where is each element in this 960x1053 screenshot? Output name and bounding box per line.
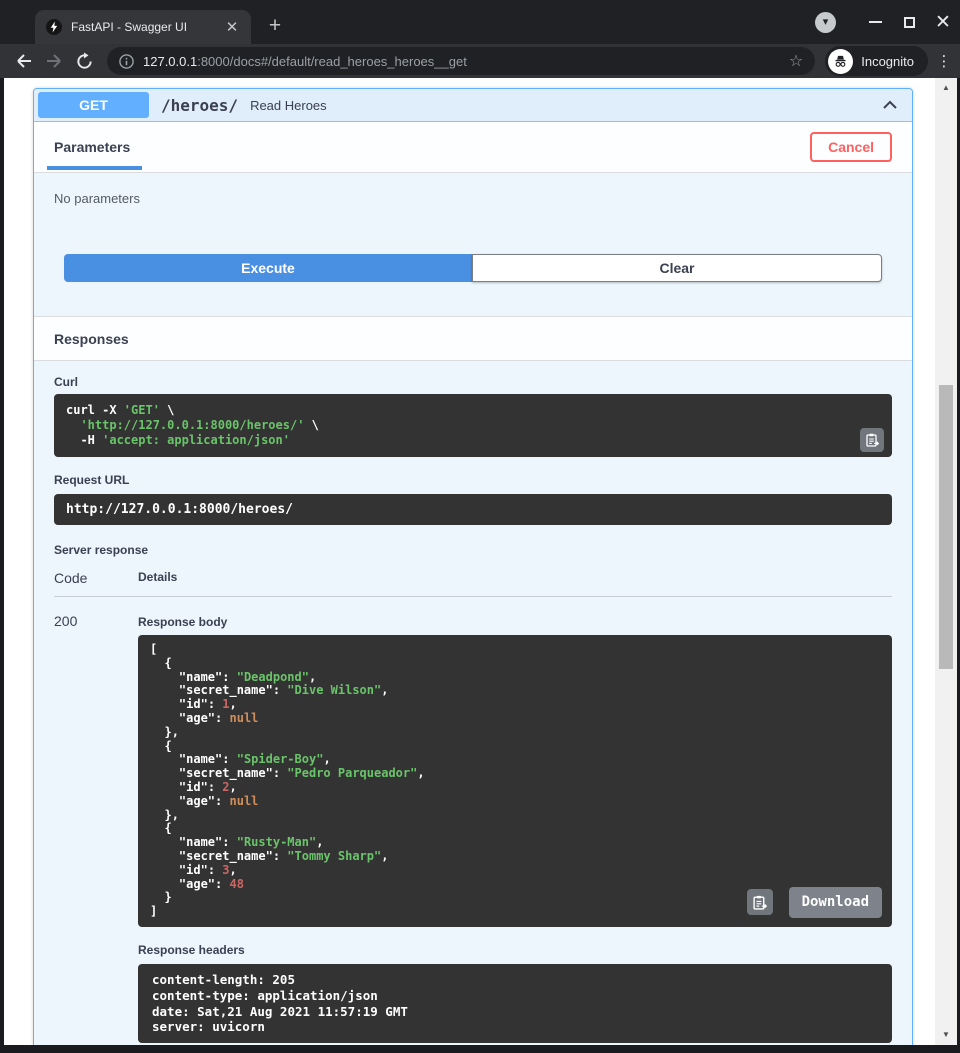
- operation-summary[interactable]: GET /heroes/ Read Heroes: [34, 89, 912, 122]
- minimize-icon: [869, 21, 882, 23]
- maximize-icon: [904, 17, 915, 28]
- url-text: 127.0.0.1:8000/docs#/default/read_heroes…: [143, 54, 787, 69]
- response-body-label: Response body: [138, 615, 892, 629]
- request-url-label: Request URL: [54, 473, 892, 487]
- response-body-code: [ { "name": "Deadpond", "secret_name": "…: [150, 643, 880, 919]
- clipboard-icon: [753, 895, 767, 910]
- maximize-button[interactable]: [892, 5, 926, 39]
- window-bottom-edge: [0, 1045, 960, 1053]
- tab-parameters[interactable]: Parameters: [54, 122, 130, 172]
- url-host: 127.0.0.1: [143, 54, 197, 69]
- status-code: 200: [54, 613, 138, 1043]
- download-button[interactable]: Download: [789, 887, 882, 918]
- incognito-avatar: [828, 49, 853, 74]
- parameters-header: Parameters Cancel: [34, 122, 912, 173]
- new-tab-button[interactable]: +: [262, 14, 288, 40]
- fastapi-favicon-icon: [46, 19, 62, 35]
- http-method-badge[interactable]: GET: [38, 92, 149, 118]
- execute-button[interactable]: Execute: [64, 254, 472, 282]
- server-response-label: Server response: [54, 543, 892, 557]
- curl-code: curl -X 'GET' \ 'http://127.0.0.1:8000/h…: [66, 403, 852, 448]
- clipboard-icon: [866, 433, 879, 447]
- response-headers-code: content-length: 205 content-type: applic…: [152, 972, 878, 1035]
- no-parameters-text: No parameters: [54, 191, 892, 206]
- close-icon: ✕: [935, 13, 951, 32]
- swagger-page: GET /heroes/ Read Heroes Parameters Canc…: [4, 78, 957, 1045]
- browser-tab[interactable]: FastAPI - Swagger UI ✕: [35, 10, 251, 44]
- tab-search-button[interactable]: ▾: [815, 12, 836, 33]
- browser-titlebar: FastAPI - Swagger UI ✕ + ▾ ✕: [0, 0, 960, 44]
- page-scrollbar[interactable]: ▲ ▼: [935, 78, 957, 1045]
- code-column-header: Code: [54, 570, 138, 586]
- execute-wrapper: Execute Clear: [34, 217, 912, 316]
- cancel-button[interactable]: Cancel: [810, 132, 892, 162]
- chevron-up-icon: [880, 95, 900, 115]
- response-headers-block: content-length: 205 content-type: applic…: [138, 964, 892, 1043]
- active-tab-indicator: [47, 166, 142, 170]
- parameters-title: Parameters: [54, 139, 130, 155]
- clear-button[interactable]: Clear: [472, 254, 882, 282]
- back-arrow-icon: [14, 51, 34, 71]
- incognito-icon: [833, 54, 848, 69]
- incognito-badge: Incognito: [825, 46, 928, 76]
- responses-title: Responses: [54, 331, 129, 347]
- scroll-up-arrow-icon[interactable]: ▲: [935, 80, 957, 96]
- window-close-button[interactable]: ✕: [926, 5, 960, 39]
- response-headers-label: Response headers: [138, 943, 892, 957]
- address-bar[interactable]: 127.0.0.1:8000/docs#/default/read_heroes…: [107, 47, 815, 75]
- site-info-icon[interactable]: [119, 54, 134, 69]
- request-url-block: http://127.0.0.1:8000/heroes/: [54, 494, 892, 525]
- curl-label: Curl: [54, 375, 892, 389]
- tab-title: FastAPI - Swagger UI: [71, 20, 223, 34]
- endpoint-path: /heroes/: [161, 96, 238, 115]
- collapse-operation-button[interactable]: [878, 93, 902, 117]
- parameters-body: No parameters: [34, 173, 912, 217]
- response-body-block: [ { "name": "Deadpond", "secret_name": "…: [138, 635, 892, 927]
- copy-curl-button[interactable]: [860, 428, 884, 452]
- scroll-down-arrow-icon[interactable]: ▼: [935, 1027, 957, 1043]
- opblock-get-heroes: GET /heroes/ Read Heroes Parameters Canc…: [33, 88, 913, 1045]
- copy-response-button[interactable]: [747, 889, 773, 915]
- details-column-header: Details: [138, 570, 177, 586]
- scrollbar-thumb[interactable]: [939, 385, 953, 669]
- browser-menu-button[interactable]: ⋮: [930, 52, 958, 70]
- browser-toolbar: 127.0.0.1:8000/docs#/default/read_heroes…: [0, 44, 960, 78]
- curl-code-block: curl -X 'GET' \ 'http://127.0.0.1:8000/h…: [54, 394, 892, 457]
- url-rest: :8000/docs#/default/read_heroes_heroes__…: [197, 54, 467, 69]
- forward-button[interactable]: [39, 46, 69, 76]
- response-row-200: 200 Response body [ { "name": "Deadpond"…: [54, 597, 892, 1043]
- responses-body: Curl curl -X 'GET' \ 'http://127.0.0.1:8…: [34, 361, 912, 1045]
- reload-icon: [75, 52, 94, 71]
- back-button[interactable]: [9, 46, 39, 76]
- endpoint-summary: Read Heroes: [250, 98, 878, 113]
- response-table-header: Code Details: [54, 570, 892, 597]
- request-url-value: http://127.0.0.1:8000/heroes/: [66, 502, 880, 517]
- responses-header: Responses: [34, 316, 912, 361]
- incognito-label: Incognito: [861, 54, 914, 69]
- forward-arrow-icon: [44, 51, 64, 71]
- reload-button[interactable]: [69, 46, 99, 76]
- tab-close-icon[interactable]: ✕: [223, 20, 241, 35]
- minimize-button[interactable]: [858, 5, 892, 39]
- bookmark-star-icon[interactable]: ☆: [787, 51, 805, 71]
